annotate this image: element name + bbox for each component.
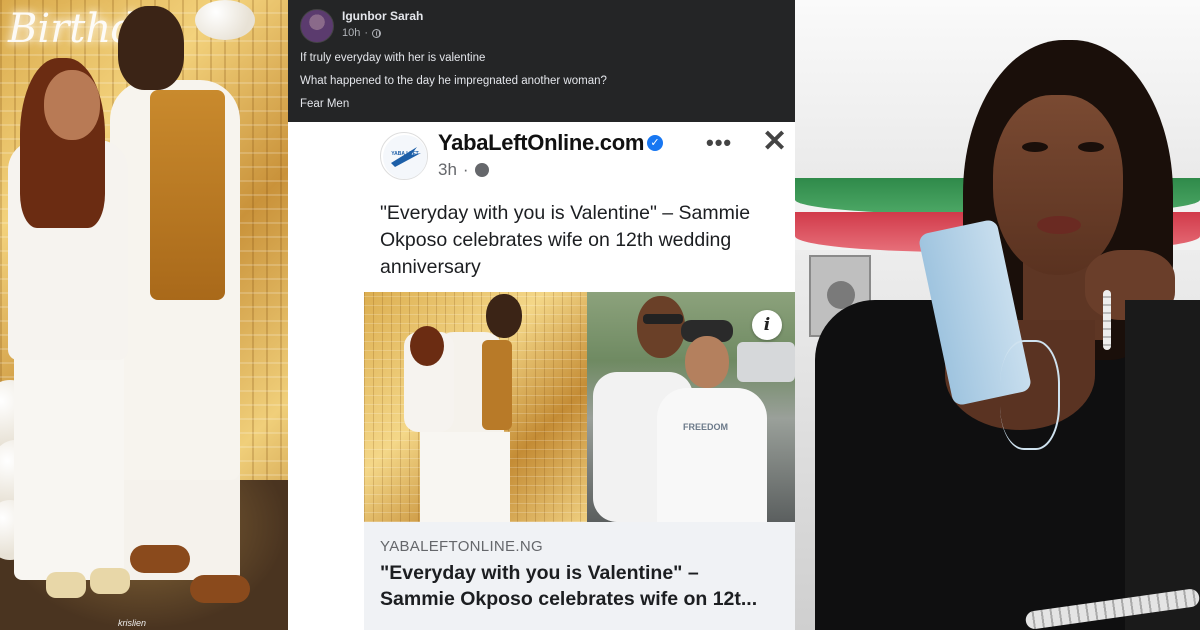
eye <box>1078 142 1104 152</box>
post-meta: 10h · <box>342 27 382 39</box>
photo-credit: krislien <box>118 618 147 628</box>
man-head <box>118 6 184 90</box>
link-title: "Everyday with you is Valentine" – Sammi… <box>380 560 792 612</box>
shared-post-meta: 3h · <box>438 160 489 180</box>
man-vest <box>150 90 225 300</box>
couple-photo-left: Birthd krislien <box>0 0 288 630</box>
yabaleft-logo[interactable]: YABA LEFT <box>380 132 428 180</box>
post-time[interactable]: 10h <box>342 27 360 39</box>
link-domain: YABALEFTONLINE.NG <box>380 538 543 555</box>
shared-post-card: YABA LEFT YabaLeftOnline.com ✓ 3h · ••• … <box>288 122 795 630</box>
balloon <box>195 0 255 40</box>
shared-post-time[interactable]: 3h <box>438 160 457 180</box>
globe-icon <box>372 28 382 38</box>
woman-trousers <box>14 340 124 580</box>
woman-selfie-photo-right <box>795 0 1200 630</box>
link-title-line-1: "Everyday with you is Valentine" – <box>380 562 699 584</box>
woman-face <box>44 70 100 140</box>
shirt-print: FREEDOM <box>683 422 728 432</box>
earring <box>1103 290 1111 350</box>
close-icon[interactable]: ✕ <box>762 124 787 159</box>
woman-shoe <box>90 568 130 594</box>
facebook-post-header: Igunbor Sarah 10h · If truly everyday wi… <box>288 0 795 122</box>
post-text-line-3: Fear Men <box>300 98 350 110</box>
page-name[interactable]: YabaLeftOnline.com <box>438 130 644 156</box>
link-image-couple-white[interactable] <box>364 292 587 522</box>
woman-face <box>993 95 1123 275</box>
lips <box>1037 216 1081 234</box>
face-mask-strap <box>1000 340 1060 450</box>
eye <box>1022 142 1048 152</box>
verified-badge-icon: ✓ <box>647 135 663 151</box>
shared-post-headline: "Everyday with you is Valentine" – Sammi… <box>380 202 751 278</box>
logo-wordmark: YABA LEFT <box>391 151 418 157</box>
woman-shoe <box>46 572 86 598</box>
link-title-line-2: Sammie Okposo celebrates wife on 12t... <box>380 588 758 610</box>
post-author[interactable]: Igunbor Sarah <box>342 9 423 23</box>
more-dots-icon[interactable]: ••• <box>706 130 732 156</box>
info-icon[interactable]: i <box>752 310 782 340</box>
globe-icon <box>474 163 489 177</box>
post-text-line-2: What happened to the day he impregnated … <box>300 75 607 87</box>
handbag <box>1125 300 1200 630</box>
man-shoe <box>190 575 250 603</box>
post-text-line-1: If truly everyday with her is valentine <box>300 52 486 64</box>
facebook-screenshot: Igunbor Sarah 10h · If truly everyday wi… <box>288 0 795 630</box>
avatar[interactable] <box>300 9 334 43</box>
link-preview[interactable]: YABALEFTONLINE.NG "Everyday with you is … <box>364 522 795 630</box>
man-shoe <box>130 545 190 573</box>
